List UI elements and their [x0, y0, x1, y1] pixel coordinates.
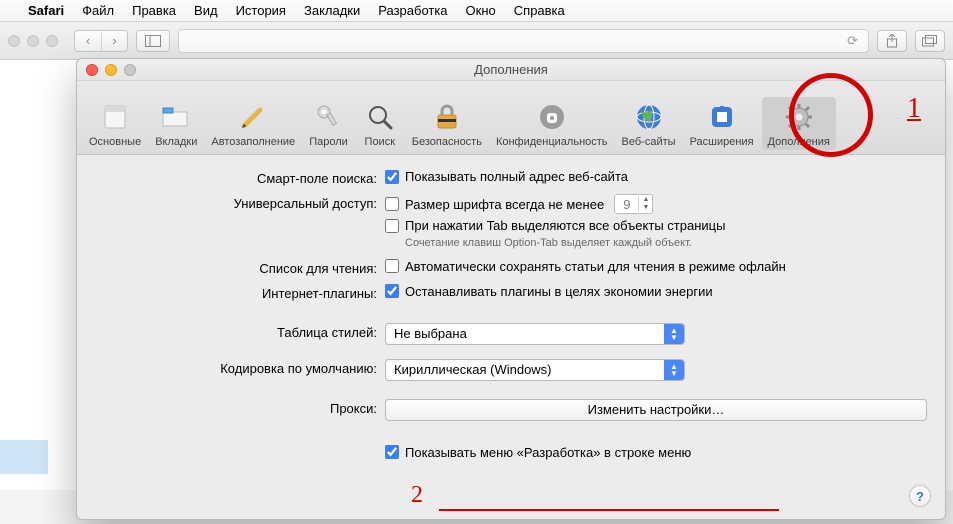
- encoding-select[interactable]: Кириллическая (Windows) ▲▼: [385, 359, 685, 381]
- close-window-button[interactable]: [86, 64, 98, 76]
- zoom-window-button[interactable]: [124, 64, 136, 76]
- chevron-updown-icon: ▲▼: [664, 324, 684, 344]
- tab-passwords[interactable]: Пароли: [303, 97, 354, 150]
- key-icon: [312, 101, 344, 133]
- globe-icon: [633, 101, 665, 133]
- menu-history[interactable]: История: [236, 3, 286, 18]
- window-title: Дополнения: [474, 62, 548, 77]
- tab-security[interactable]: Безопасность: [406, 97, 488, 150]
- gear-icon: [783, 101, 815, 133]
- annotation-number-1: 1: [907, 93, 921, 125]
- tab-privacy-label: Конфиденциальность: [496, 136, 608, 148]
- window-traffic-lights[interactable]: [8, 35, 58, 47]
- tab-autofill-label: Автозаполнение: [211, 136, 295, 148]
- menu-bookmarks[interactable]: Закладки: [304, 3, 360, 18]
- annotation-number-2: 2: [411, 482, 423, 509]
- stylesheet-value: Не выбрана: [394, 326, 467, 341]
- tab-search[interactable]: Поиск: [356, 97, 404, 150]
- show-develop-menu-checkbox[interactable]: Показывать меню «Разработка» в строке ме…: [385, 445, 927, 460]
- reading-offline-checkbox[interactable]: Автоматически сохранять статьи для чтени…: [385, 259, 927, 274]
- tab-privacy[interactable]: Конфиденциальность: [490, 97, 614, 150]
- show-full-url-checkbox[interactable]: Показывать полный адрес веб-сайта: [385, 169, 927, 184]
- tab-advanced-label: Дополнения: [768, 136, 830, 148]
- back-icon: ‹: [75, 31, 101, 51]
- menu-view[interactable]: Вид: [194, 3, 218, 18]
- app-name[interactable]: Safari: [28, 3, 64, 18]
- reload-icon[interactable]: ⟳: [847, 33, 858, 49]
- min-font-size-checkbox[interactable]: Размер шрифта всегда не менее 9 ▲▼: [385, 194, 927, 214]
- tab-websites-label: Веб-сайты: [622, 136, 676, 148]
- proxy-label: Прокси:: [95, 399, 385, 416]
- general-icon: [99, 101, 131, 133]
- sidebar-toggle-icon[interactable]: [136, 30, 170, 52]
- tab-extensions-label: Расширения: [690, 136, 754, 148]
- encoding-value: Кириллическая (Windows): [394, 362, 552, 377]
- extensions-icon: [706, 101, 738, 133]
- tab-autofill[interactable]: Автозаполнение: [205, 97, 301, 150]
- annotation-underline: [439, 509, 779, 511]
- tab-tabs[interactable]: Вкладки: [149, 97, 203, 150]
- stop-plugins-label: Останавливать плагины в целях экономии э…: [405, 284, 713, 299]
- min-font-size-stepper[interactable]: 9 ▲▼: [614, 194, 653, 214]
- system-menubar: Safari Файл Правка Вид История Закладки …: [0, 0, 953, 22]
- privacy-icon: [536, 101, 568, 133]
- stylesheet-select[interactable]: Не выбрана ▲▼: [385, 323, 685, 345]
- preferences-window: Дополнения Основные Вкладки Автозаполнен…: [76, 58, 946, 520]
- accessibility-label: Универсальный доступ:: [95, 194, 385, 211]
- menu-window[interactable]: Окно: [466, 3, 496, 18]
- tab-tabs-label: Вкладки: [155, 136, 197, 148]
- preferences-body: Смарт-поле поиска: Показывать полный адр…: [77, 155, 945, 519]
- tab-general[interactable]: Основные: [83, 97, 147, 150]
- tab-extensions[interactable]: Расширения: [684, 97, 760, 150]
- plugins-label: Интернет-плагины:: [95, 284, 385, 301]
- autofill-icon: [237, 101, 269, 133]
- safari-toolbar: ‹ › ⟳: [0, 22, 953, 60]
- stop-plugins-checkbox[interactable]: Останавливать плагины в целях экономии э…: [385, 284, 927, 299]
- min-font-size-label: Размер шрифта всегда не менее: [405, 197, 604, 212]
- tabs-icon[interactable]: [915, 30, 945, 52]
- tab-advanced[interactable]: Дополнения: [762, 97, 836, 150]
- share-icon[interactable]: [877, 30, 907, 52]
- stylesheet-label: Таблица стилей:: [95, 323, 385, 340]
- smart-search-label: Смарт-поле поиска:: [95, 169, 385, 186]
- encoding-label: Кодировка по умолчанию:: [95, 359, 385, 376]
- show-full-url-label: Показывать полный адрес веб-сайта: [405, 169, 628, 184]
- lock-icon: [431, 101, 463, 133]
- menu-file[interactable]: Файл: [82, 3, 114, 18]
- preferences-toolbar: Основные Вкладки Автозаполнение Пароли П: [77, 81, 945, 155]
- tab-highlights-note: Сочетание клавиш Option-Tab выделяет каж…: [405, 237, 927, 251]
- chevron-updown-icon: ▲▼: [664, 360, 684, 380]
- reading-offline-label: Автоматически сохранять статьи для чтени…: [405, 259, 786, 274]
- nav-back-forward[interactable]: ‹ ›: [74, 30, 128, 52]
- forward-icon: ›: [101, 31, 127, 51]
- tab-search-label: Поиск: [365, 136, 395, 148]
- reading-list-label: Список для чтения:: [95, 259, 385, 276]
- menu-develop[interactable]: Разработка: [378, 3, 447, 18]
- tab-general-label: Основные: [89, 136, 141, 148]
- menu-help[interactable]: Справка: [514, 3, 565, 18]
- tab-highlights-label: При нажатии Tab выделяются все объекты с…: [405, 218, 725, 233]
- tabs-icon: [160, 101, 192, 133]
- preferences-titlebar: Дополнения: [77, 59, 945, 81]
- tab-security-label: Безопасность: [412, 136, 482, 148]
- tab-highlights-checkbox[interactable]: При нажатии Tab выделяются все объекты с…: [385, 218, 927, 233]
- search-icon: [364, 101, 396, 133]
- tab-passwords-label: Пароли: [309, 136, 348, 148]
- tab-websites[interactable]: Веб-сайты: [616, 97, 682, 150]
- menu-edit[interactable]: Правка: [132, 3, 176, 18]
- change-proxy-button[interactable]: Изменить настройки…: [385, 399, 927, 421]
- address-bar[interactable]: ⟳: [178, 29, 869, 53]
- show-develop-menu-label: Показывать меню «Разработка» в строке ме…: [405, 445, 691, 460]
- minimize-window-button[interactable]: [105, 64, 117, 76]
- help-button[interactable]: ?: [909, 485, 931, 507]
